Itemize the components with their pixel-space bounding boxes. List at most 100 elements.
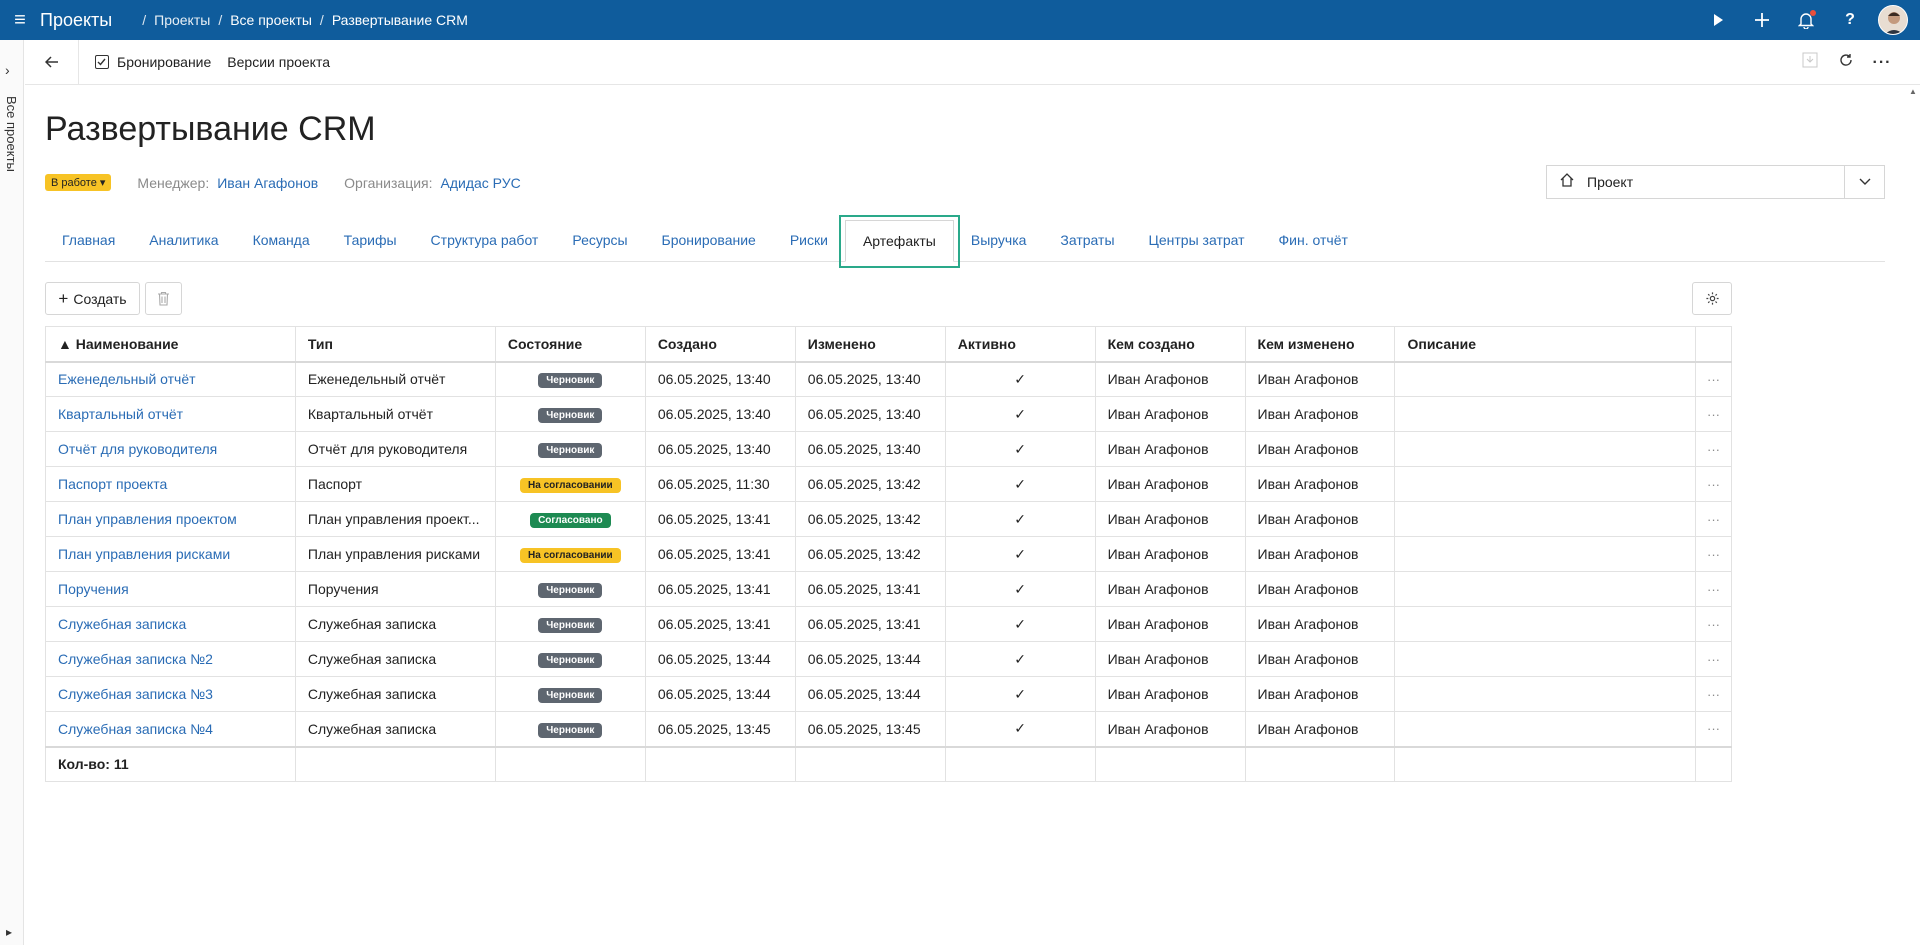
column-header-description[interactable]: Описание bbox=[1394, 326, 1696, 363]
all-projects-panel-label[interactable]: Все проекты bbox=[4, 96, 19, 172]
breadcrumb-all-projects[interactable]: Все проекты bbox=[230, 12, 312, 28]
row-menu-icon[interactable]: ··· bbox=[1694, 361, 1733, 397]
artifact-description bbox=[1394, 641, 1696, 677]
tab-wbs[interactable]: Структура работ bbox=[414, 219, 556, 261]
download-icon[interactable] bbox=[1792, 52, 1828, 73]
artifact-created-by: Иван Агафонов bbox=[1094, 501, 1246, 537]
create-button[interactable]: + Создать bbox=[45, 282, 140, 315]
artifact-name-link[interactable]: Паспорт проекта bbox=[45, 466, 296, 502]
artifact-type: Служебная записка bbox=[294, 641, 496, 677]
help-icon[interactable]: ? bbox=[1828, 0, 1872, 40]
artifact-name-link[interactable]: Служебная записка №3 bbox=[45, 676, 296, 712]
column-header-created[interactable]: Создано bbox=[644, 326, 796, 363]
row-menu-icon[interactable]: ··· bbox=[1694, 676, 1733, 712]
manager-link[interactable]: Иван Агафонов bbox=[217, 175, 318, 191]
tab-main[interactable]: Главная bbox=[45, 219, 132, 261]
delete-button[interactable] bbox=[145, 282, 182, 315]
artifact-active-cell: ✓ bbox=[944, 536, 1096, 572]
table-row[interactable]: Квартальный отчёт Квартальный отчёт Чернов… bbox=[45, 396, 1733, 432]
tab-team[interactable]: Команда bbox=[236, 219, 327, 261]
more-icon[interactable]: ··· bbox=[1864, 54, 1900, 72]
table-row[interactable]: План управления рисками План управления р… bbox=[45, 536, 1733, 572]
vertical-scrollbar[interactable]: ▲ bbox=[1906, 85, 1920, 945]
booking-button[interactable]: Бронирование bbox=[95, 54, 211, 70]
row-menu-icon[interactable]: ··· bbox=[1694, 396, 1733, 432]
row-menu-icon[interactable]: ··· bbox=[1694, 466, 1733, 502]
tab-artifacts[interactable]: Артефакты bbox=[838, 215, 960, 268]
column-header-modified[interactable]: Изменено bbox=[794, 326, 946, 363]
artifact-description bbox=[1394, 361, 1696, 397]
artifact-created: 06.05.2025, 13:41 bbox=[644, 501, 796, 537]
tab-rates[interactable]: Тарифы bbox=[327, 219, 414, 261]
tab-resources[interactable]: Ресурсы bbox=[555, 219, 644, 261]
avatar[interactable] bbox=[1878, 5, 1908, 35]
sub-toolbar: Бронирование Версии проекта ··· bbox=[25, 39, 1920, 85]
tab-booking[interactable]: Бронирование bbox=[645, 219, 773, 261]
artifact-name-link[interactable]: Еженедельный отчёт bbox=[45, 361, 296, 397]
organization-link[interactable]: Адидас РУС bbox=[441, 175, 521, 191]
artifact-created-by: Иван Агафонов bbox=[1094, 676, 1246, 712]
scroll-up-icon[interactable]: ▲ bbox=[1909, 87, 1917, 96]
plus-icon[interactable] bbox=[1740, 0, 1784, 40]
row-menu-icon[interactable]: ··· bbox=[1694, 431, 1733, 467]
artifact-name-link[interactable]: Квартальный отчёт bbox=[45, 396, 296, 432]
artifact-name-link[interactable]: План управления рисками bbox=[45, 536, 296, 572]
tab-costs[interactable]: Затраты bbox=[1043, 219, 1131, 261]
tab-cost-centers[interactable]: Центры затрат bbox=[1132, 219, 1262, 261]
table-row[interactable]: Служебная записка №3 Служебная записка Чер… bbox=[45, 676, 1733, 712]
checkmark-icon: ✓ bbox=[1014, 405, 1027, 422]
row-menu-icon[interactable]: ··· bbox=[1694, 536, 1733, 572]
breadcrumb-projects[interactable]: Проекты bbox=[154, 12, 210, 28]
chevron-right-icon[interactable]: › bbox=[5, 62, 10, 78]
table-row[interactable]: Служебная записка №2 Служебная записка Чер… bbox=[45, 641, 1733, 677]
menu-icon[interactable]: ≡ bbox=[0, 0, 40, 40]
row-menu-icon[interactable]: ··· bbox=[1694, 501, 1733, 537]
tab-financial-report[interactable]: Фин. отчёт bbox=[1262, 219, 1365, 261]
artifact-type: Служебная записка bbox=[294, 676, 496, 712]
artifact-name-link[interactable]: Служебная записка bbox=[45, 606, 296, 642]
column-header-modified-by[interactable]: Кем изменено bbox=[1244, 326, 1396, 363]
table-row[interactable]: Паспорт проекта Паспорт На согласовании 06.… bbox=[45, 466, 1733, 502]
column-header-state[interactable]: Состояние bbox=[494, 326, 646, 363]
column-header-type[interactable]: Тип bbox=[294, 326, 496, 363]
bell-icon[interactable] bbox=[1784, 0, 1828, 40]
app-title[interactable]: Проекты bbox=[40, 10, 112, 31]
table-row[interactable]: Служебная записка Служебная записка Чернов… bbox=[45, 606, 1733, 642]
column-header-name[interactable]: ▲ Наименование bbox=[45, 326, 296, 363]
refresh-icon[interactable] bbox=[1828, 52, 1864, 73]
artifact-name-link[interactable]: Служебная записка №2 bbox=[45, 641, 296, 677]
artifact-type: Поручения bbox=[294, 571, 496, 607]
table-row[interactable]: Еженедельный отчёт Еженедельный отчёт Черн… bbox=[45, 361, 1733, 397]
project-versions-button[interactable]: Версии проекта bbox=[227, 54, 330, 70]
artifact-type: Паспорт bbox=[294, 466, 496, 502]
table-settings-button[interactable] bbox=[1692, 282, 1732, 315]
table-row[interactable]: План управления проектом План управления … bbox=[45, 501, 1733, 537]
artifact-name-link[interactable]: План управления проектом bbox=[45, 501, 296, 537]
column-header-created-by[interactable]: Кем создано bbox=[1094, 326, 1246, 363]
tab-risks[interactable]: Риски bbox=[773, 219, 845, 261]
chevron-down-icon[interactable] bbox=[1844, 166, 1884, 198]
status-dropdown[interactable]: В работе ▾ bbox=[45, 174, 112, 191]
artifact-name-link[interactable]: Служебная записка №4 bbox=[45, 711, 296, 747]
column-header-active[interactable]: Активно bbox=[944, 326, 1096, 363]
artifact-name-link[interactable]: Поручения bbox=[45, 571, 296, 607]
table-row[interactable]: Отчёт для руководителя Отчёт для руководи… bbox=[45, 431, 1733, 467]
project-view-select[interactable]: Проект bbox=[1546, 165, 1885, 199]
table-row[interactable]: Поручения Поручения Черновик 06.05.2025, 13… bbox=[45, 571, 1733, 607]
artifact-name-link[interactable]: Отчёт для руководителя bbox=[45, 431, 296, 467]
breadcrumb-separator: / bbox=[218, 12, 223, 28]
row-menu-icon[interactable]: ··· bbox=[1694, 641, 1733, 677]
row-menu-icon[interactable]: ··· bbox=[1694, 571, 1733, 607]
row-menu-icon[interactable]: ··· bbox=[1694, 606, 1733, 642]
artifact-modified-by: Иван Агафонов bbox=[1244, 396, 1396, 432]
home-icon bbox=[1547, 172, 1587, 193]
back-arrow-icon[interactable] bbox=[25, 39, 79, 85]
tab-analytics[interactable]: Аналитика bbox=[132, 219, 235, 261]
row-menu-icon[interactable]: ··· bbox=[1694, 711, 1733, 747]
artifact-active-cell: ✓ bbox=[944, 396, 1096, 432]
artifact-created-by: Иван Агафонов bbox=[1094, 536, 1246, 572]
play-icon[interactable] bbox=[1696, 0, 1740, 40]
expand-icon[interactable]: ▸ bbox=[6, 925, 12, 939]
tab-revenue[interactable]: Выручка bbox=[954, 219, 1044, 261]
table-row[interactable]: Служебная записка №4 Служебная записка Чер… bbox=[45, 711, 1733, 747]
